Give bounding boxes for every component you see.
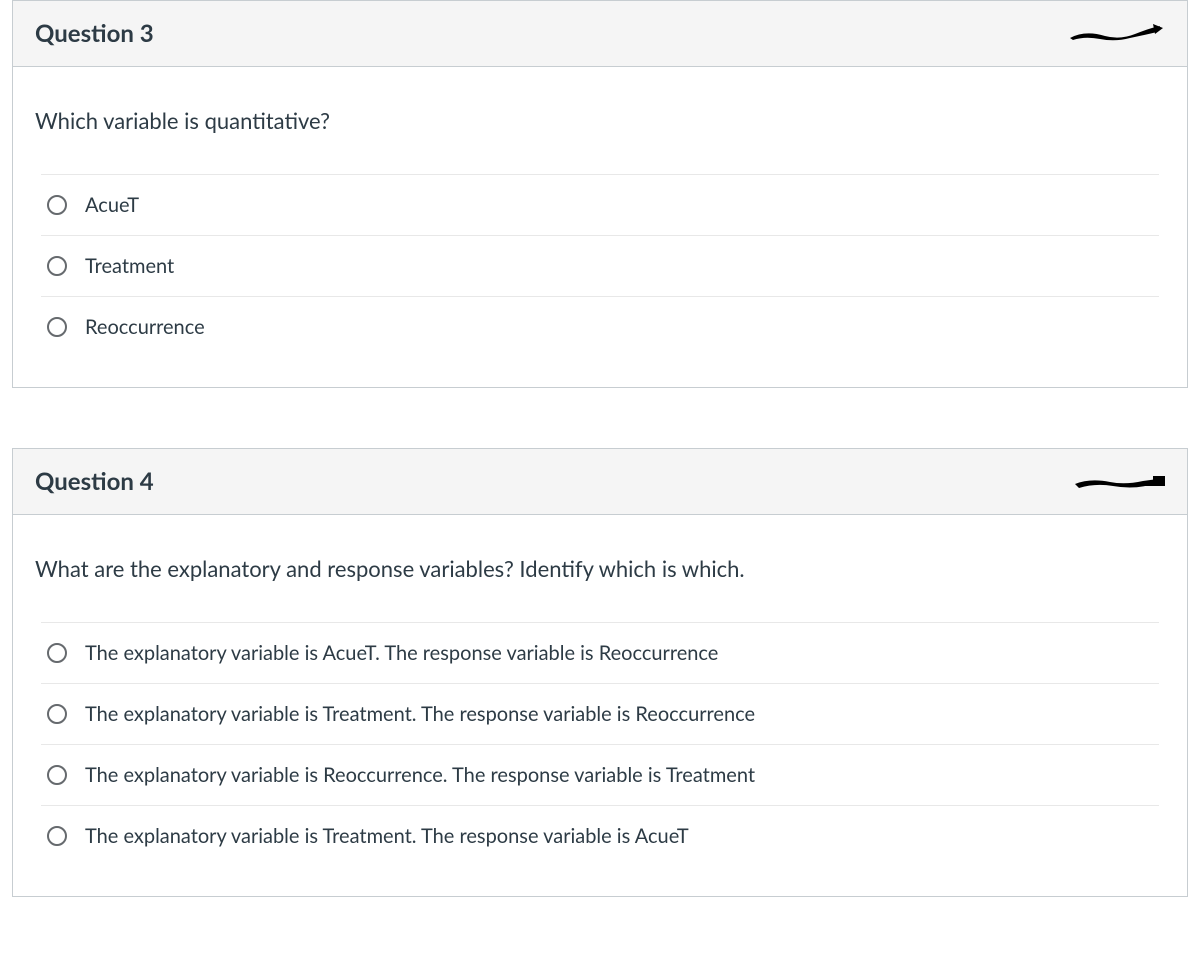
radio-button[interactable] [47, 643, 67, 663]
radio-button[interactable] [47, 195, 67, 215]
radio-button[interactable] [47, 317, 67, 337]
option-row[interactable]: The explanatory variable is AcueT. The r… [41, 622, 1159, 683]
option-label[interactable]: AcueT [85, 193, 139, 217]
question-body: Which variable is quantitative? AcueT Tr… [13, 67, 1187, 387]
question-card: Question 3 Which variable is quantitativ… [12, 0, 1188, 388]
option-label[interactable]: The explanatory variable is AcueT. The r… [85, 641, 718, 665]
radio-button[interactable] [47, 826, 67, 846]
option-label[interactable]: The explanatory variable is Reoccurrence… [85, 763, 755, 787]
question-body: What are the explanatory and response va… [13, 515, 1187, 896]
options-list: The explanatory variable is AcueT. The r… [41, 622, 1159, 866]
question-title: Question 3 [35, 19, 154, 48]
question-title: Question 4 [35, 467, 154, 496]
option-row[interactable]: The explanatory variable is Reoccurrence… [41, 744, 1159, 805]
option-label[interactable]: The explanatory variable is Treatment. T… [85, 824, 689, 848]
option-row[interactable]: AcueT [41, 174, 1159, 235]
option-row[interactable]: The explanatory variable is Treatment. T… [41, 683, 1159, 744]
option-label[interactable]: The explanatory variable is Treatment. T… [85, 702, 755, 726]
redaction-mark-icon [1065, 20, 1165, 48]
option-row[interactable]: Treatment [41, 235, 1159, 296]
radio-button[interactable] [47, 704, 67, 724]
radio-button[interactable] [47, 765, 67, 785]
radio-button[interactable] [47, 256, 67, 276]
option-row[interactable]: Reoccurrence [41, 296, 1159, 357]
option-label[interactable]: Reoccurrence [85, 315, 205, 339]
question-prompt: Which variable is quantitative? [35, 107, 1165, 134]
question-card: Question 4 What are the explanatory and … [12, 448, 1188, 897]
option-label[interactable]: Treatment [85, 254, 174, 278]
option-row[interactable]: The explanatory variable is Treatment. T… [41, 805, 1159, 866]
question-header: Question 3 [13, 1, 1187, 67]
redaction-mark-icon [1065, 468, 1165, 496]
question-header: Question 4 [13, 449, 1187, 515]
options-list: AcueT Treatment Reoccurrence [41, 174, 1159, 357]
question-prompt: What are the explanatory and response va… [35, 555, 1165, 582]
